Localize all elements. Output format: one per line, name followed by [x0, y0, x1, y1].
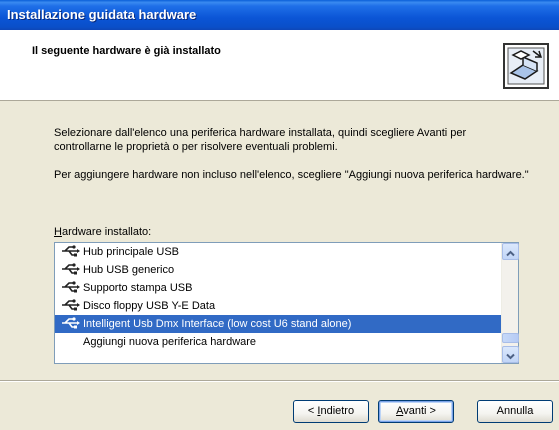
chevron-down-icon	[506, 353, 515, 360]
installed-hardware-list[interactable]: Hub principale USB Hub USB generico Supp…	[54, 242, 519, 364]
add-new-hardware-item[interactable]: Aggiungi nuova periferica hardware	[55, 333, 502, 351]
usb-icon	[62, 263, 80, 275]
back-button[interactable]: < Indietro	[293, 400, 369, 423]
usb-icon	[62, 317, 80, 329]
instructions-text: Selezionare dall'elenco una periferica h…	[54, 127, 467, 153]
wizard-content: Selezionare dall'elenco una periferica h…	[0, 102, 559, 380]
list-item-label: Aggiungi nuova periferica hardware	[83, 336, 257, 348]
list-item-label: Disco floppy USB Y-E Data	[83, 300, 216, 312]
chevron-up-icon	[506, 250, 515, 257]
list-item[interactable]: Hub principale USB	[55, 243, 502, 261]
back-label: ndietro	[320, 405, 355, 417]
page-title: Il seguente hardware è già installato	[32, 45, 221, 57]
footer-divider	[0, 380, 559, 382]
list-label-accel: H	[54, 226, 62, 238]
title-bar[interactable]: Installazione guidata hardware	[0, 0, 559, 30]
next-button[interactable]: Avanti >	[378, 400, 454, 423]
list-label: Hardware installato:	[54, 226, 151, 238]
scroll-up-button[interactable]	[502, 243, 519, 260]
list-item[interactable]: Supporto stampa USB	[55, 279, 502, 297]
usb-icon	[62, 245, 80, 257]
wizard-header: Il seguente hardware è già installato	[0, 30, 559, 101]
back-prefix: <	[307, 405, 318, 417]
next-label: vanti >	[403, 405, 436, 417]
list-item[interactable]: Disco floppy USB Y-E Data	[55, 297, 502, 315]
window-title: Installazione guidata hardware	[7, 7, 197, 22]
list-item[interactable]: Hub USB generico	[55, 261, 502, 279]
add-hardware-hint: Per aggiungere hardware non incluso nell…	[54, 169, 529, 181]
list-item-label: Hub principale USB	[83, 246, 179, 258]
list-item-label: Intelligent Usb Dmx Interface (low cost …	[83, 318, 352, 330]
list-label-text: ardware installato:	[61, 226, 152, 238]
hardware-wizard-icon	[503, 43, 549, 89]
list-scrollbar[interactable]	[501, 243, 519, 363]
list-item-label: Supporto stampa USB	[83, 282, 193, 294]
scroll-thumb[interactable]	[502, 333, 519, 343]
list-items: Hub principale USB Hub USB generico Supp…	[55, 243, 502, 351]
scroll-down-button[interactable]	[502, 346, 519, 363]
usb-icon	[62, 281, 80, 293]
list-item-label: Hub USB generico	[83, 264, 175, 276]
usb-icon	[62, 299, 80, 311]
list-item-selected[interactable]: Intelligent Usb Dmx Interface (low cost …	[55, 315, 502, 333]
cancel-button[interactable]: Annulla	[477, 400, 553, 423]
